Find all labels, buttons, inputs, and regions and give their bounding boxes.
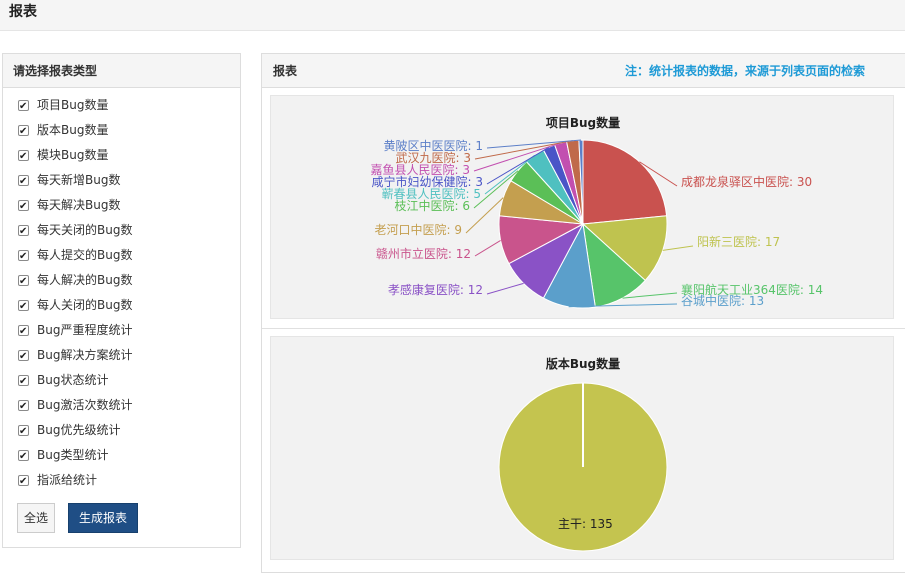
- report-option[interactable]: 每人关闭的Bug数: [3, 293, 240, 319]
- checkbox[interactable]: [18, 344, 29, 369]
- label-connector: [465, 197, 504, 234]
- checkbox[interactable]: [18, 444, 29, 469]
- report-panel: 报表 注：统计报表的数据，来源于列表页面的检索 项目Bug数量成都龙泉驿区中医院…: [261, 53, 905, 573]
- checkbox[interactable]: [18, 194, 29, 219]
- project-bug-pie: 项目Bug数量成都龙泉驿区中医院: 30阳新三医院: 17襄阳航天工业364医院…: [371, 115, 823, 309]
- checkbox[interactable]: [18, 469, 29, 494]
- report-option[interactable]: Bug解决方案统计: [3, 343, 240, 369]
- report-type-panel-title: 请选择报表类型: [3, 54, 240, 88]
- pie-label: 武汉九医院: 3: [396, 151, 472, 165]
- chart-title: 项目Bug数量: [546, 115, 620, 130]
- button-row: 全选 生成报表: [17, 503, 139, 533]
- pie-label: 阳新三医院: 17: [697, 234, 780, 249]
- checkbox[interactable]: [18, 119, 29, 144]
- checkbox[interactable]: [18, 269, 29, 294]
- report-option[interactable]: 版本Bug数量: [3, 118, 240, 144]
- report-option[interactable]: 每人解决的Bug数: [3, 268, 240, 294]
- pie-label: 蕲春县人民医院: 5: [382, 187, 482, 201]
- top-bar: 报表: [0, 0, 905, 31]
- checkbox[interactable]: [18, 169, 29, 194]
- pie-label: 主干: 135: [558, 517, 613, 531]
- checkbox[interactable]: [18, 419, 29, 444]
- report-panel-header: 报表 注：统计报表的数据，来源于列表页面的检索: [262, 54, 905, 88]
- pie-label: 黄陂区中医医院: 1: [384, 138, 484, 153]
- page-title: 报表: [9, 4, 37, 20]
- label-connector: [486, 282, 524, 295]
- report-option[interactable]: 模块Bug数量: [3, 143, 240, 169]
- report-option[interactable]: 每天关闭的Bug数: [3, 218, 240, 244]
- report-option[interactable]: 每人提交的Bug数: [3, 243, 240, 269]
- report-option[interactable]: Bug类型统计: [3, 443, 240, 469]
- version-bug-chart: 版本Bug数量 主干: 135: [270, 336, 894, 560]
- version-bug-pie: 版本Bug数量主干: 135: [498, 356, 668, 552]
- project-bug-chart: 项目Bug数量 成都龙泉驿区中医院: 30 阳新三医院: 17 襄阳航天工业364医院…: [270, 95, 894, 319]
- report-type-panel: 请选择报表类型 项目Bug数量 版本Bug数量 模块Bug数量 每天新增Bug数…: [2, 53, 241, 548]
- report-option[interactable]: Bug激活次数统计: [3, 393, 240, 419]
- report-option[interactable]: Bug严重程度统计: [3, 318, 240, 344]
- pie-label: 孝感康复医院: 12: [388, 282, 483, 297]
- generate-report-button[interactable]: 生成报表: [68, 503, 139, 533]
- divider: [262, 328, 905, 329]
- pie-label: 成都龙泉驿区中医院: 30: [681, 174, 812, 189]
- pie-slice-0[interactable]: [582, 139, 668, 225]
- report-option[interactable]: 指派给统计: [3, 468, 240, 494]
- checkbox[interactable]: [18, 244, 29, 269]
- report-option[interactable]: 每天解决Bug数: [3, 193, 240, 219]
- checkbox[interactable]: [18, 369, 29, 394]
- pie-label: 赣州市立医院: 12: [376, 246, 471, 261]
- pie-label: 老河口中医院: 9: [375, 222, 463, 237]
- checkbox[interactable]: [18, 94, 29, 119]
- data-source-note: 注：统计报表的数据，来源于列表页面的检索: [625, 64, 866, 78]
- checkbox[interactable]: [18, 319, 29, 344]
- report-option[interactable]: Bug优先级统计: [3, 418, 240, 444]
- report-option[interactable]: 每天新增Bug数: [3, 168, 240, 194]
- report-option[interactable]: 项目Bug数量: [3, 93, 240, 119]
- checkbox[interactable]: [18, 394, 29, 419]
- report-type-list: 项目Bug数量 版本Bug数量 模块Bug数量 每天新增Bug数 每天解决Bug…: [3, 88, 240, 494]
- pie-label: 谷城中医院: 13: [681, 293, 764, 308]
- report-option[interactable]: Bug状态统计: [3, 368, 240, 394]
- report-panel-title: 报表: [273, 64, 298, 78]
- select-all-button[interactable]: 全选: [17, 503, 56, 533]
- checkbox[interactable]: [18, 294, 29, 319]
- checkbox[interactable]: [18, 219, 29, 244]
- label-connector: [662, 245, 694, 251]
- checkbox[interactable]: [18, 144, 29, 169]
- pie-label: 嘉鱼县人民医院: 3: [371, 163, 471, 177]
- chart-title: 版本Bug数量: [546, 356, 620, 371]
- label-connector: [474, 239, 501, 257]
